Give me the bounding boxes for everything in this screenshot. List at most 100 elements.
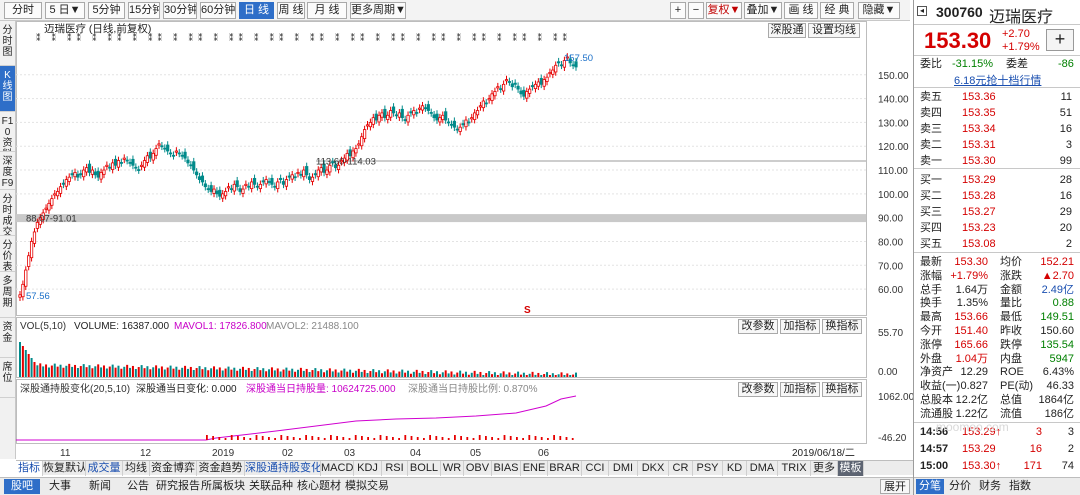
zoom-out-button[interactable]: − — [688, 2, 704, 19]
quote-tab-2[interactable]: 财务 — [976, 479, 1004, 494]
indicator-tab-1[interactable]: 恢复默认 — [43, 461, 86, 476]
indicator-tab-8[interactable]: KDJ — [354, 461, 382, 476]
period-5day-button[interactable]: 5 日▼ — [45, 2, 85, 19]
sgt-switch-indicator-button[interactable]: 换指标 — [822, 382, 862, 397]
indicator-tab-22[interactable]: DMA — [747, 461, 778, 476]
level-label: 买四 — [920, 222, 942, 234]
indicator-tab-15[interactable]: BRAR — [548, 461, 582, 476]
stat-label: 总股本 — [920, 394, 953, 406]
tab-intraday[interactable]: 分时图 — [0, 21, 15, 66]
period-30min-button[interactable]: 30分钟 — [163, 2, 197, 19]
volume-bar — [117, 365, 120, 377]
indicator-tab-3[interactable]: 均线 — [123, 461, 150, 476]
signal-marker: ⁑ — [158, 32, 163, 43]
quote-tab-3[interactable]: 指数 — [1006, 479, 1034, 494]
tab-seats[interactable]: 席位 — [0, 358, 15, 398]
volume-bar — [68, 363, 71, 377]
vol-change-params-button[interactable]: 改参数 — [738, 319, 778, 334]
vol-add-indicator-button[interactable]: 加指标 — [780, 319, 820, 334]
candle-body — [61, 182, 66, 185]
indicator-tab-18[interactable]: DKX — [638, 461, 669, 476]
sgt-change-bar — [292, 437, 295, 440]
set-ma-button[interactable]: 设置均线 — [808, 23, 860, 38]
indicator-tab-17[interactable]: DMI — [609, 461, 638, 476]
indicator-tab-20[interactable]: PSY — [693, 461, 723, 476]
candle-body — [125, 159, 129, 162]
bottom-link-research[interactable]: 研究报告 — [156, 479, 200, 494]
sgt-change-params-button[interactable]: 改参数 — [738, 382, 778, 397]
candle-body — [267, 181, 271, 183]
stat-label: 净资产 — [920, 366, 953, 379]
period-60min-button[interactable]: 60分钟 — [200, 2, 236, 19]
tab-price-table[interactable]: 分价表 — [0, 236, 15, 272]
zoom-in-button[interactable]: + — [670, 2, 686, 19]
indicator-tab-2[interactable]: 成交量 — [86, 461, 123, 476]
period-weekly-button[interactable]: 周 线 — [277, 2, 305, 19]
panel-toggle-icon[interactable]: ◂ — [917, 6, 927, 16]
level-price: 153.23 — [962, 222, 996, 234]
tab-f10[interactable]: F10资料 — [0, 112, 15, 152]
tab-multi-period[interactable]: 多周期 — [0, 272, 15, 318]
hide-button[interactable]: 隐藏▼ — [858, 2, 900, 19]
tab-capital[interactable]: 资金 — [0, 318, 15, 358]
sgt-change-bar — [553, 435, 555, 440]
candle-body — [528, 88, 532, 94]
indicator-tab-21[interactable]: KD — [723, 461, 747, 476]
period-5min-button[interactable]: 5分钟 — [88, 2, 125, 19]
indicator-tab-23[interactable]: TRIX — [778, 461, 811, 476]
candle-body — [478, 105, 483, 108]
period-daily-button[interactable]: 日 线 — [239, 2, 274, 19]
indicator-tab-24[interactable]: 更多 — [811, 461, 838, 476]
indicator-tab-10[interactable]: BOLL — [408, 461, 441, 476]
indicator-tab-0[interactable]: 指标 — [16, 461, 43, 476]
draw-line-button[interactable]: 画 线 — [784, 2, 818, 19]
bottom-link-themes[interactable]: 核心题材 — [296, 479, 342, 494]
indicator-tab-14[interactable]: ENE — [521, 461, 548, 476]
quote-tab-0[interactable]: 分笔 — [916, 479, 944, 494]
expand-button[interactable]: 展开 — [880, 479, 910, 494]
add-watchlist-button[interactable]: + — [1046, 29, 1074, 51]
indicator-tab-9[interactable]: RSI — [382, 461, 408, 476]
adjust-rights-button[interactable]: 复权▼ — [706, 2, 742, 19]
tab-depth[interactable]: 深度F9 — [0, 152, 15, 190]
level-label: 买一 — [920, 174, 942, 186]
indicator-tab-6[interactable]: 深股通持股变化 — [245, 461, 321, 476]
indicator-tab-19[interactable]: CR — [669, 461, 693, 476]
indicator-tab-13[interactable]: BIAS — [492, 461, 521, 476]
kline-chart-svg[interactable]: 150.00140.00130.00120.00110.00100.0090.0… — [16, 21, 915, 459]
signal-marker: ⁑ — [310, 32, 315, 43]
bottom-link-events[interactable]: 大事 — [42, 479, 78, 494]
sgt-add-indicator-button[interactable]: 加指标 — [780, 382, 820, 397]
bottom-link-guba[interactable]: 股吧 — [4, 479, 40, 494]
overlay-button[interactable]: 叠加▼ — [744, 2, 782, 19]
period-15min-button[interactable]: 15分钟 — [128, 2, 160, 19]
tab-kline[interactable]: K线图 — [0, 66, 15, 112]
quote-tab-1[interactable]: 分价 — [946, 479, 974, 494]
sgt-change-bar — [466, 437, 469, 440]
bottom-link-announcements[interactable]: 公告 — [122, 479, 154, 494]
candle-body — [212, 188, 216, 194]
ten-level-quote-link[interactable]: 6.18元抢十档行情 — [954, 72, 1041, 88]
indicator-tab-11[interactable]: WR — [441, 461, 464, 476]
bottom-link-sectors[interactable]: 所属板块 — [200, 479, 246, 494]
indicator-tab-12[interactable]: OBV — [464, 461, 492, 476]
signal-marker: ⁑ — [553, 32, 558, 43]
chart-area[interactable]: 150.00 140.00 130.00 120.00 110.00 100.00 90.0… — [16, 21, 915, 459]
period-more-button[interactable]: 更多周期▼ — [350, 2, 406, 19]
volume-bar — [557, 374, 560, 377]
sgt-button[interactable]: 深股通 — [768, 23, 806, 38]
candle-body — [137, 169, 141, 171]
indicator-tab-4[interactable]: 资金博弈 — [150, 461, 197, 476]
bottom-link-news[interactable]: 新闻 — [80, 479, 120, 494]
indicator-tab-16[interactable]: CCI — [582, 461, 609, 476]
classic-button[interactable]: 经 典 — [820, 2, 854, 19]
period-1min-button[interactable]: 分时 — [4, 2, 42, 19]
indicator-tab-25[interactable]: 模板 — [838, 461, 864, 476]
vol-switch-indicator-button[interactable]: 换指标 — [822, 319, 862, 334]
tab-trades[interactable]: 分时成交 — [0, 190, 15, 236]
bottom-link-related[interactable]: 关联品种 — [248, 479, 294, 494]
indicator-tab-7[interactable]: MACD — [321, 461, 354, 476]
indicator-tab-5[interactable]: 资金趋势 — [197, 461, 245, 476]
period-monthly-button[interactable]: 月 线 — [307, 2, 347, 19]
bottom-link-sim-trade[interactable]: 模拟交易 — [344, 479, 390, 494]
